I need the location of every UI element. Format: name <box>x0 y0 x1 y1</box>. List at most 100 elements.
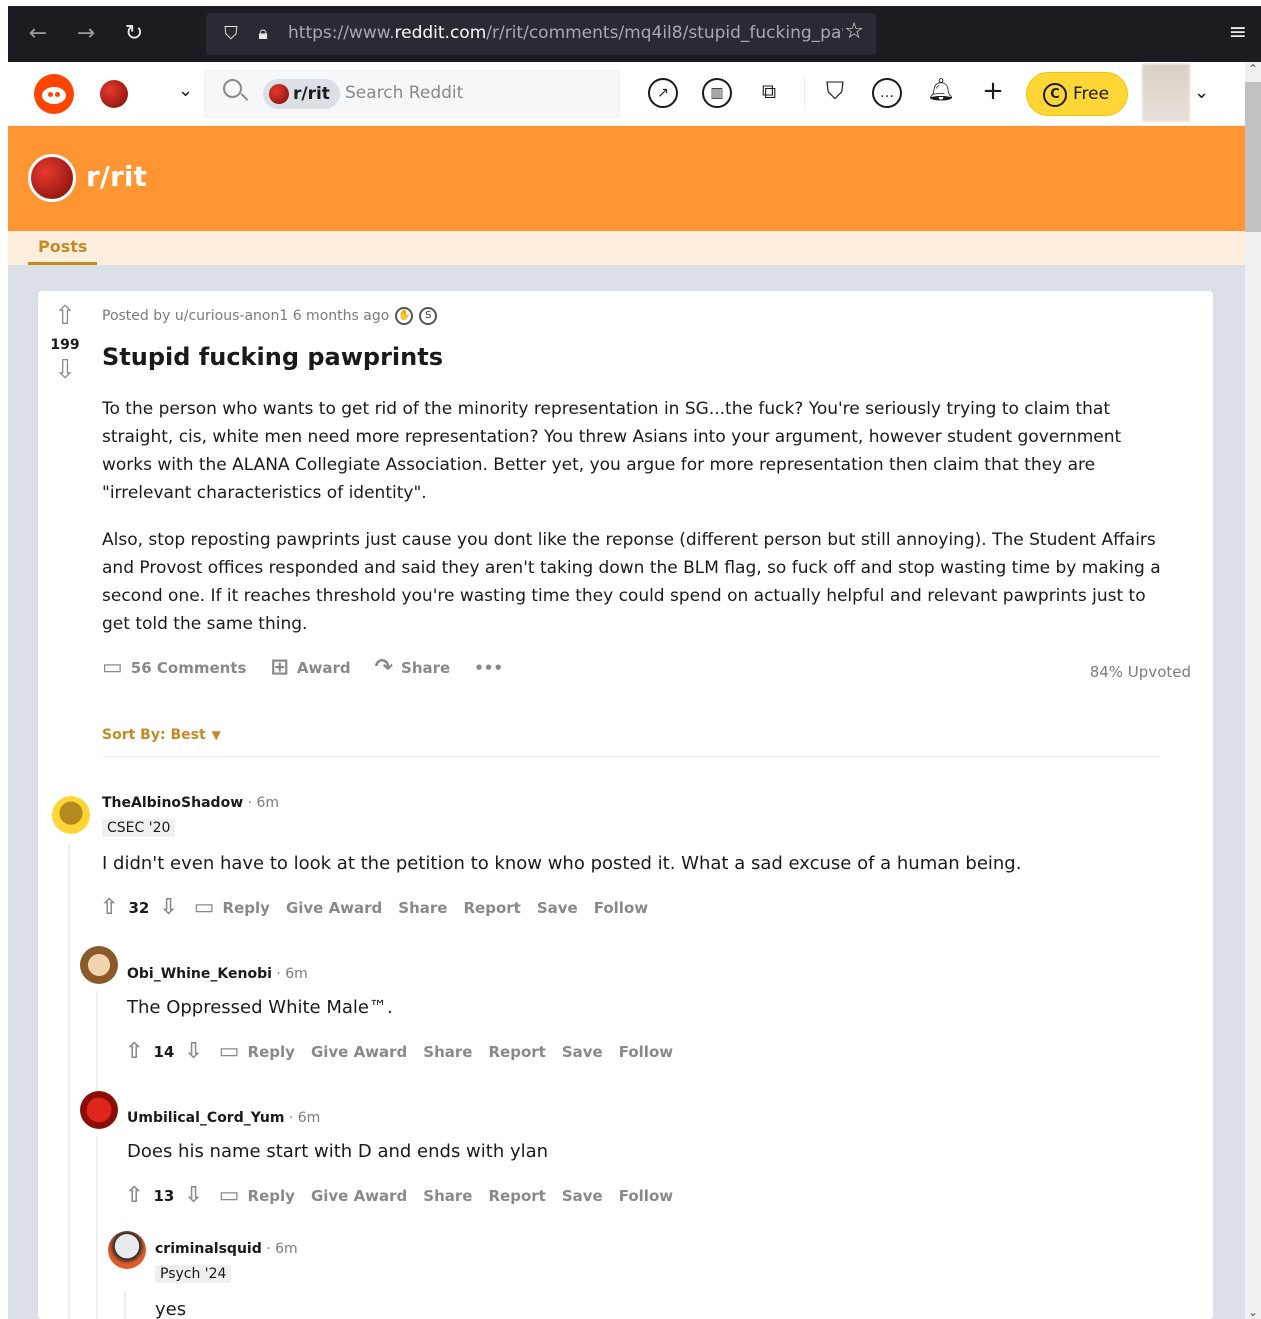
scroll-up-icon[interactable]: ⌃ <box>1248 62 1258 76</box>
user-flair: CSEC '20 <box>102 819 176 837</box>
comments-label: 56 Comments <box>130 658 247 677</box>
upvote-arrow-icon[interactable]: ⇧ <box>50 301 80 331</box>
comment-author[interactable]: Umbilical_Cord_Yum · 6m <box>127 1110 320 1126</box>
popular-arrow-icon[interactable]: ↗ <box>648 78 678 108</box>
chevron-down-icon[interactable]: ⌄ <box>178 80 193 101</box>
search-box[interactable]: r/rit Search Reddit <box>204 70 620 118</box>
reddit-logo-icon[interactable] <box>34 74 74 114</box>
free-coins-button[interactable]: C Free <box>1026 72 1128 116</box>
downvote-arrow-icon[interactable]: ⇩ <box>184 1183 202 1208</box>
award-hands-icon[interactable]: ✋ <box>395 307 414 325</box>
award-coin-icon[interactable]: S <box>419 307 438 325</box>
downvote-arrow-icon[interactable]: ⇩ <box>50 355 80 385</box>
comment-author[interactable]: TheAlbinoShadow · 6m <box>102 795 279 811</box>
comment-actions: ⇧ 14 ⇩ ▭ Reply Give Award Share Report Save… <box>125 1039 673 1064</box>
post-meta-text[interactable]: Posted by u/curious-anon1 6 months ago <box>102 308 389 324</box>
forward-arrow-icon[interactable]: → <box>72 20 100 48</box>
sort-dropdown[interactable]: Sort By: Best ▼ <box>102 727 221 743</box>
reply-button[interactable]: ▭ Reply <box>219 1183 295 1208</box>
page-scrollbar[interactable]: ⌃ ⌄ <box>1245 62 1261 1319</box>
header-divider <box>804 78 805 110</box>
follow-button[interactable]: Follow <box>594 899 648 917</box>
subreddit-title[interactable]: r/rit <box>86 160 147 193</box>
address-bar[interactable]: ⛉ 🔒︎ https://www.reddit.com/r/rit/commen… <box>206 13 876 55</box>
share-button[interactable]: ↷ Share <box>375 655 451 680</box>
lock-icon[interactable]: 🔒︎ <box>252 21 274 47</box>
share-button[interactable]: Share <box>398 899 447 917</box>
comment-text: I didn't even have to look at the petiti… <box>102 853 1022 874</box>
user-flair: Psych '24 <box>155 1265 232 1283</box>
avatar[interactable] <box>80 946 118 984</box>
comment-text: Does his name start with D and ends with… <box>127 1141 549 1162</box>
reload-icon[interactable]: ↻ <box>120 20 148 48</box>
share-button[interactable]: Share <box>423 1187 472 1205</box>
post-actions: ▭ 56 Comments ⊞ Award ↷ Share ••• <box>102 655 503 680</box>
give-award-button[interactable]: Give Award <box>311 1043 407 1061</box>
reply-button[interactable]: ▭ Reply <box>219 1039 295 1064</box>
shield-icon[interactable]: ⛉ <box>220 21 242 47</box>
comment-score: 32 <box>128 898 150 917</box>
upvote-arrow-icon[interactable]: ⇧ <box>125 1183 143 1208</box>
more-dots-icon: ••• <box>474 658 503 677</box>
post-title[interactable]: Stupid fucking pawprints <box>102 343 443 371</box>
user-avatar[interactable] <box>1142 64 1190 122</box>
comment-actions: ⇧ 13 ⇩ ▭ Reply Give Award Share Report Save… <box>125 1183 673 1208</box>
comment-text: The Oppressed White Male™. <box>127 997 393 1018</box>
back-arrow-icon[interactable]: ← <box>24 20 52 48</box>
comment-author[interactable]: Obi_Whine_Kenobi · 6m <box>127 966 308 982</box>
community-icon[interactable] <box>100 80 128 108</box>
search-community-chip[interactable]: r/rit <box>263 79 340 109</box>
follow-button[interactable]: Follow <box>619 1187 673 1205</box>
bookmark-star-icon[interactable]: ☆ <box>844 19 864 44</box>
save-button[interactable]: Save <box>562 1187 603 1205</box>
post-body: To the person who wants to get rid of th… <box>102 395 1172 638</box>
give-award-button[interactable]: Give Award <box>311 1187 407 1205</box>
share-arrow-icon: ↷ <box>374 655 394 680</box>
scroll-down-icon[interactable]: ⌄ <box>1248 1305 1258 1319</box>
stats-chart-icon[interactable]: ▥ <box>702 78 732 108</box>
subreddit-avatar[interactable] <box>28 154 76 202</box>
report-button[interactable]: Report <box>488 1043 545 1061</box>
tab-posts[interactable]: Posts <box>28 237 98 265</box>
comment-bubble-icon: ▭ <box>193 895 215 920</box>
reply-button[interactable]: ▭ Reply <box>194 895 270 920</box>
author-name: Obi_Whine_Kenobi <box>127 966 272 982</box>
user-menu-chevron-icon[interactable]: ⌄ <box>1194 82 1209 103</box>
report-button[interactable]: Report <box>488 1187 545 1205</box>
comment-score: 14 <box>153 1042 175 1061</box>
comment-author[interactable]: criminalsquid · 6m <box>155 1241 298 1257</box>
chat-bubble-icon[interactable]: … <box>872 78 902 108</box>
avatar[interactable] <box>80 1091 118 1129</box>
upvote-arrow-icon[interactable]: ⇧ <box>100 895 118 920</box>
subreddit-tabbar: Posts <box>8 231 1245 265</box>
thread-line[interactable] <box>124 1291 126 1319</box>
url-text[interactable]: https://www.reddit.com/r/rit/comments/mq… <box>288 23 843 43</box>
follow-button[interactable]: Follow <box>619 1043 673 1061</box>
report-button[interactable]: Report <box>463 899 520 917</box>
moderation-shield-icon[interactable]: ⛉ <box>820 76 850 106</box>
upvote-ratio: 84% Upvoted <box>1089 663 1191 681</box>
downvote-arrow-icon[interactable]: ⇩ <box>184 1039 202 1064</box>
create-post-plus-icon[interactable]: + <box>978 76 1008 106</box>
video-chat-icon[interactable]: ⧉ <box>754 76 784 106</box>
reddit-header: ⌄ r/rit Search Reddit ↗ ▥ ⧉ ⛉ … 🔔︎ + C F… <box>8 62 1245 126</box>
avatar[interactable] <box>108 1231 146 1269</box>
comments-button[interactable]: ▭ 56 Comments <box>102 655 246 680</box>
hamburger-menu-icon[interactable]: ≡ <box>1229 20 1247 45</box>
notification-bell-icon[interactable]: 🔔︎ <box>926 76 956 106</box>
more-options-button[interactable]: ••• <box>474 659 503 677</box>
scrollbar-thumb[interactable] <box>1245 82 1261 232</box>
save-button[interactable]: Save <box>537 899 578 917</box>
avatar[interactable] <box>52 796 90 834</box>
give-award-button[interactable]: Give Award <box>286 899 382 917</box>
award-button[interactable]: ⊞ Award <box>270 655 350 680</box>
downvote-arrow-icon[interactable]: ⇩ <box>159 895 177 920</box>
upvote-arrow-icon[interactable]: ⇧ <box>125 1039 143 1064</box>
thread-line[interactable] <box>68 844 70 1319</box>
thread-line[interactable] <box>96 1136 98 1319</box>
search-input[interactable]: Search Reddit <box>345 83 463 103</box>
url-prefix: https://www. <box>288 23 395 43</box>
save-button[interactable]: Save <box>562 1043 603 1061</box>
share-button[interactable]: Share <box>423 1043 472 1061</box>
gift-icon: ⊞ <box>270 655 289 680</box>
